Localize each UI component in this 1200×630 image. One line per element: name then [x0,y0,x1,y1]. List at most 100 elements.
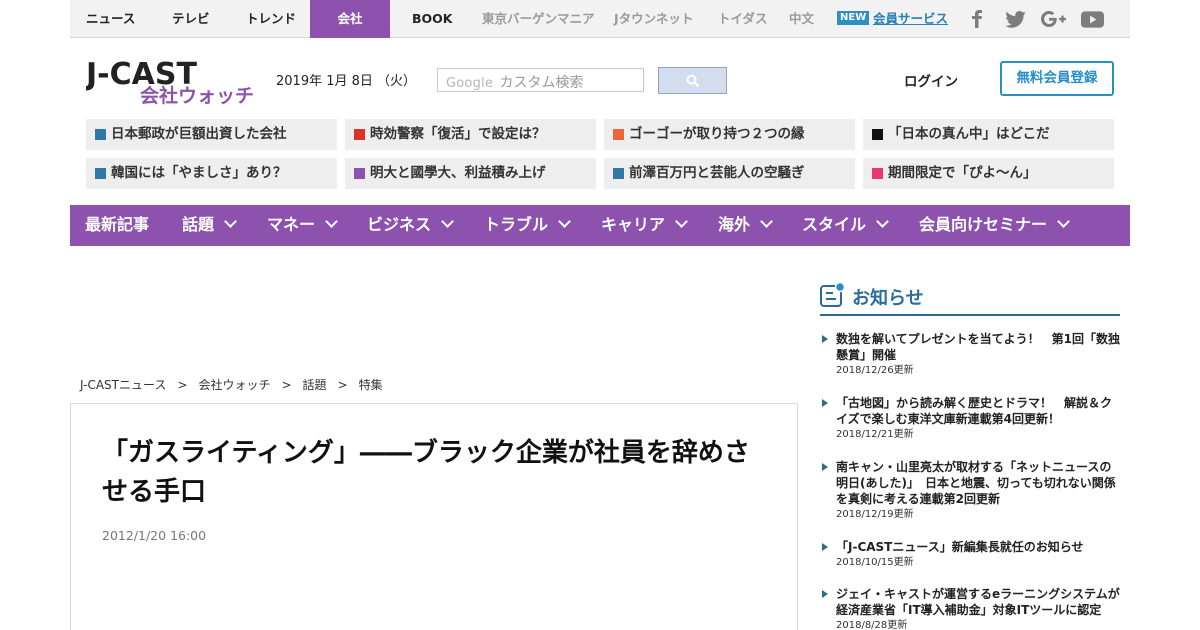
login-link[interactable]: ログイン [904,70,958,90]
pickup-link[interactable]: 韓国には「やましさ」あり？ [86,158,337,189]
topnav-news[interactable]: ニュース [86,0,135,38]
breadcrumb-separator: > [337,378,348,392]
pickup-color-square [613,129,624,140]
pickup-link[interactable]: 期間限定で「ぴよ～ん」 [863,158,1114,189]
topnav-trend[interactable]: トレンド [246,0,296,38]
notice-icon [820,282,846,307]
breadcrumb-item[interactable]: 特集 [359,376,383,393]
pickup-link[interactable]: 「日本の真ん中」はどこだ [863,119,1114,150]
topnav-book[interactable]: BOOK [412,0,452,38]
breadcrumb-item[interactable]: 話題 [303,376,327,393]
catnav-overseas[interactable]: 海外 [718,205,773,246]
article-title: 「ガスライティング」――ブラック企業が社員を辞めさせる手口 [102,438,750,507]
topnav-jtown[interactable]: Jタウンネット [614,0,693,38]
news-date: 2018/8/28更新 [836,620,908,630]
catnav-label: トラブル [484,215,549,234]
pickup-color-square [872,129,883,140]
logo-sub-text: 会社ウォッチ [140,84,254,106]
pickup-link[interactable]: ゴーゴーが取り持つ２つの縁 [604,119,855,150]
catnav-style[interactable]: スタイル [802,205,889,246]
article-date: 2012/1/20 16:00 [102,528,207,543]
breadcrumb-item[interactable]: J-CASTニュース [80,376,166,393]
arrow-right-icon [822,335,828,343]
top-navigation: ニュース テレビ トレンド 会社 BOOK 東京バーゲンマニア Jタウンネット … [70,0,1130,38]
news-date: 2018/12/21更新 [836,429,914,440]
breadcrumb: J-CASTニュース > 会社ウォッチ > 話題 > 特集 [80,376,383,393]
news-section-header: お知らせ [820,281,1120,316]
news-date: 2018/10/15更新 [836,557,914,568]
google-plus-icon[interactable] [1040,10,1066,28]
catnav-label: 話題 [182,215,215,234]
news-section-title: お知らせ [852,288,924,309]
topnav-tv[interactable]: テレビ [172,0,210,38]
breadcrumb-item[interactable]: 会社ウォッチ [198,376,270,393]
current-date: 2019年 1月 8日 （火） [276,74,417,89]
arrow-right-icon [822,590,828,598]
arrow-right-icon [822,543,828,551]
catnav-latest[interactable]: 最新記事 [85,205,149,246]
pickup-color-square [354,129,365,140]
pickup-color-square [613,168,624,179]
news-title: 数独を解いてプレゼントを当てよう！ 第1回「数独懸賞」開催 [836,332,1120,362]
twitter-icon[interactable] [1004,10,1026,28]
chevron-down-icon [760,215,773,228]
search-button[interactable] [658,67,727,94]
topnav-chinese[interactable]: 中文 [789,0,814,38]
pickup-text: 前澤百万円と芸能人の空騒ぎ [629,165,805,181]
pickup-text: ゴーゴーが取り持つ２つの縁 [629,126,805,142]
chevron-down-icon [675,215,688,228]
topnav-toidas[interactable]: トイダス [718,0,768,38]
search-brand: Google [446,76,494,91]
pickup-color-square [872,168,883,179]
search-input[interactable]: Google カスタム検索 [437,68,644,92]
pickup-color-square [95,168,106,179]
search-icon [686,74,699,87]
breadcrumb-separator: > [281,378,292,392]
chevron-down-icon [325,215,338,228]
chevron-down-icon [876,215,889,228]
news-date: 2018/12/26更新 [836,365,914,376]
catnav-business[interactable]: ビジネス [367,205,454,246]
news-title: 南キャン・山里亮太が取材する「ネットニュースの明日(あした)」 日本と地震、切っ… [836,460,1116,506]
news-title: 「J-CASTニュース」新編集長就任のお知らせ [836,540,1084,554]
catnav-seminar[interactable]: 会員向けセミナー [919,205,1070,246]
pickup-color-square [95,129,106,140]
pickup-text: 期間限定で「ぴよ～ん」 [888,165,1037,181]
news-item[interactable]: 数独を解いてプレゼントを当てよう！ 第1回「数独懸賞」開催 2018/12/26… [820,331,1120,379]
j-cast-logo-mark: J-CAST 会社ウォッチ [84,57,254,107]
catnav-label: スタイル [802,215,867,234]
pickup-color-square [354,168,365,179]
pickup-text: 明大と國學大、利益積み上げ [370,165,546,181]
topnav-company[interactable]: 会社 [310,0,390,38]
catnav-career[interactable]: キャリア [601,205,688,246]
catnav-label: キャリア [601,215,666,234]
news-date: 2018/12/19更新 [836,509,914,520]
news-item[interactable]: 南キャン・山里亮太が取材する「ネットニュースの明日(あした)」 日本と地震、切っ… [820,459,1120,523]
youtube-icon[interactable] [1080,10,1104,28]
pickup-link[interactable]: 前澤百万円と芸能人の空騒ぎ [604,158,855,189]
catnav-money[interactable]: マネー [267,205,338,246]
pickup-link[interactable]: 日本郵政が巨額出資した会社 [86,119,337,150]
new-badge: NEW [837,11,870,25]
pickup-link[interactable]: 明大と國學大、利益積み上げ [345,158,596,189]
topnav-bargain[interactable]: 東京バーゲンマニア [482,0,595,38]
news-item[interactable]: ジェイ・キャストが運営するeラーニングシステムが経済産業省「IT導入補助金」対象… [820,586,1120,630]
pickup-link[interactable]: 時効警察「復活」で設定は？ [345,119,596,150]
register-button[interactable]: 無料会員登録 [1000,61,1114,96]
chevron-down-icon [224,215,237,228]
pickup-text: 「日本の真ん中」はどこだ [888,126,1050,142]
facebook-icon[interactable] [968,10,986,28]
catnav-label: 海外 [718,215,751,234]
member-service-link[interactable]: 会員サービス [873,0,948,38]
catnav-trouble[interactable]: トラブル [484,205,571,246]
catnav-label: マネー [267,215,316,234]
news-item[interactable]: 「J-CASTニュース」新編集長就任のお知らせ 2018/10/15更新 [820,539,1120,571]
breadcrumb-separator: > [177,378,188,392]
news-title: 「古地図」から読み解く歴史とドラマ！ 解説＆クイズで楽しむ東洋文庫新連載第4回更… [836,396,1113,426]
arrow-right-icon [822,399,828,407]
arrow-right-icon [822,463,828,471]
site-logo[interactable]: J-CAST 会社ウォッチ [84,54,256,107]
catnav-topics[interactable]: 話題 [182,205,237,246]
news-title: ジェイ・キャストが運営するeラーニングシステムが経済産業省「IT導入補助金」対象… [836,587,1120,617]
news-item[interactable]: 「古地図」から読み解く歴史とドラマ！ 解説＆クイズで楽しむ東洋文庫新連載第4回更… [820,395,1120,443]
